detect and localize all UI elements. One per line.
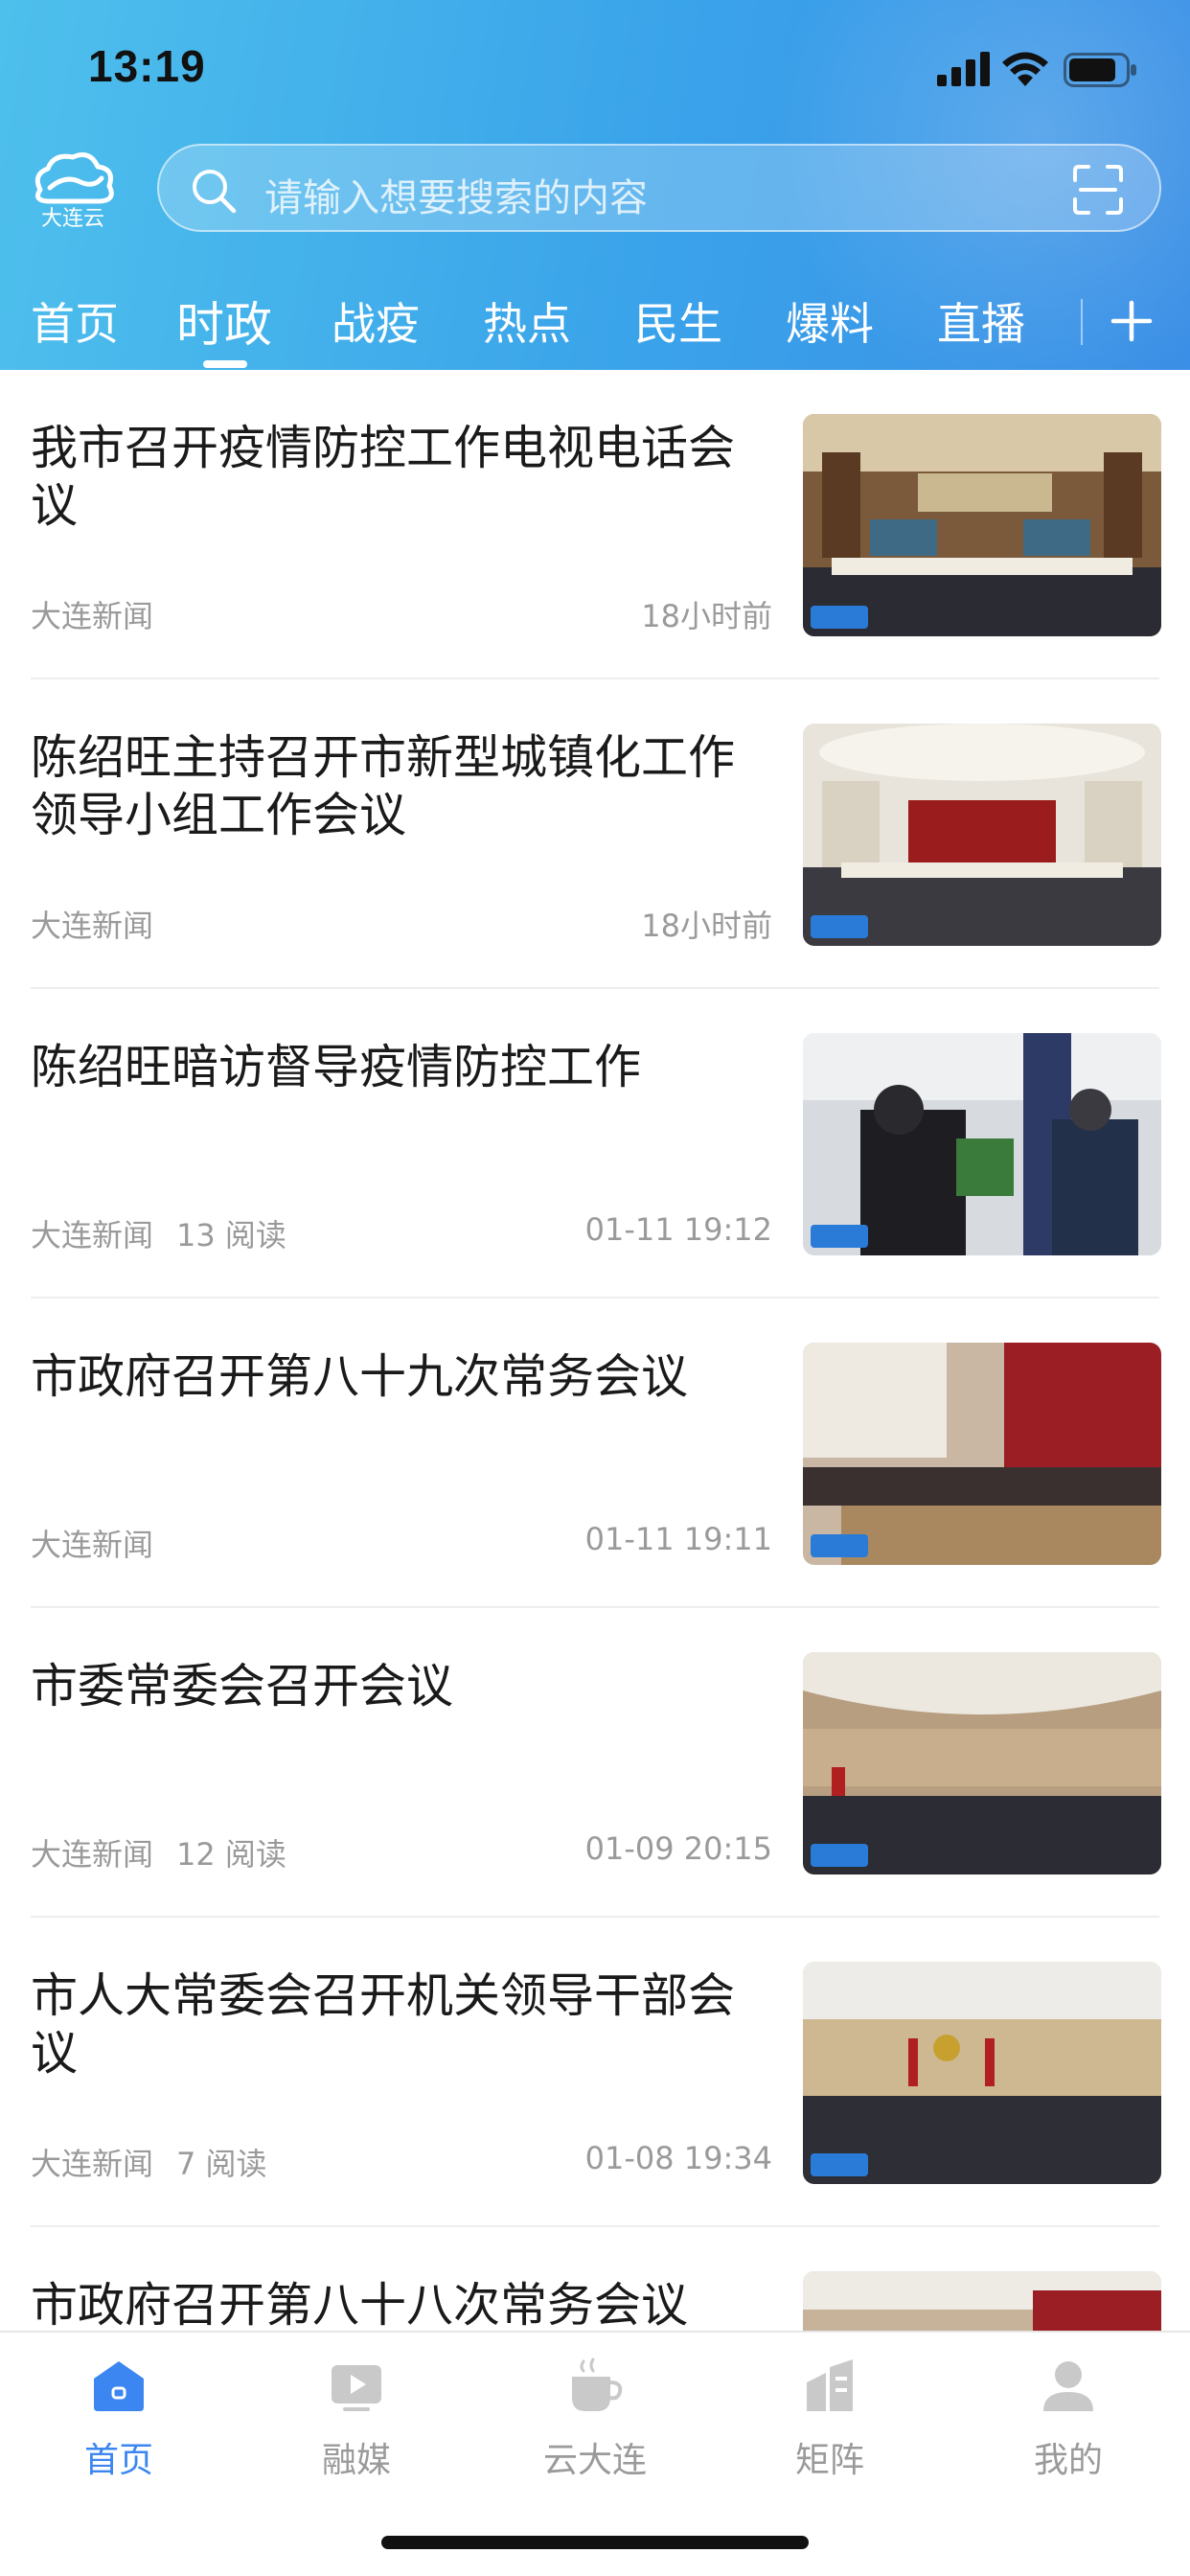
channel-tabs: 首页 时政 战疫 热点 民生 爆料 直播 bbox=[0, 274, 1190, 370]
search-bar[interactable]: 请输入想要搜索的内容 bbox=[157, 144, 1161, 232]
news-reads: 7 阅读 bbox=[176, 2146, 267, 2182]
tabbar-label: 矩阵 bbox=[794, 2441, 864, 2480]
news-thumbnail bbox=[803, 1652, 1161, 1874]
tabbar-matrix[interactable]: 矩阵 bbox=[753, 2358, 906, 2501]
tabbar-label: 首页 bbox=[83, 2441, 153, 2480]
news-thumbnail bbox=[803, 2271, 1161, 2331]
tabs-divider bbox=[1081, 299, 1083, 345]
tab-live[interactable]: 直播 bbox=[937, 289, 1025, 353]
tab-home[interactable]: 首页 bbox=[31, 289, 119, 353]
news-time: 01-11 19:12 bbox=[584, 1211, 772, 1248]
app-header: 13:19 大连云 请输入想要搜索的内容 首页 时政 战疫 热点 民生 爆料 直… bbox=[0, 0, 1190, 370]
tab-hot[interactable]: 热点 bbox=[483, 289, 571, 353]
add-channel-icon[interactable] bbox=[1108, 297, 1156, 345]
cup-icon bbox=[572, 2358, 623, 2411]
tab-livelihood[interactable]: 民生 bbox=[634, 289, 722, 353]
tabbar-label: 融媒 bbox=[321, 2441, 391, 2480]
news-list: 我市召开疫情防控工作电视电话会议 大连新闻 18小时前 陈绍旺主持召开市新型城镇… bbox=[0, 370, 1190, 2331]
buildings-icon bbox=[807, 2359, 853, 2411]
news-thumbnail bbox=[803, 1962, 1161, 2184]
news-thumbnail bbox=[803, 1343, 1161, 1565]
news-source: 大连新闻 bbox=[31, 598, 154, 634]
news-time: 01-11 19:11 bbox=[584, 1521, 772, 1557]
news-item[interactable]: 市政府召开第八十九次常务会议 大连新闻 01-11 19:11 bbox=[0, 1299, 1190, 1608]
person-icon bbox=[1043, 2361, 1093, 2411]
search-placeholder: 请输入想要搜索的内容 bbox=[264, 176, 648, 220]
tabbar-label: 云大连 bbox=[542, 2441, 647, 2480]
news-thumbnail bbox=[803, 1033, 1161, 1255]
news-source: 大连新闻 bbox=[31, 1836, 154, 1873]
news-title: 我市召开疫情防控工作电视电话会议 bbox=[31, 421, 736, 533]
tabbar-label: 我的 bbox=[1033, 2441, 1103, 2480]
news-item[interactable]: 市委常委会召开会议 大连新闻 12 阅读 01-09 20:15 bbox=[0, 1608, 1190, 1918]
news-source: 大连新闻 bbox=[31, 1217, 154, 1254]
wifi-icon bbox=[1002, 52, 1048, 86]
news-source: 大连新闻 bbox=[31, 1527, 154, 1563]
home-icon bbox=[94, 2361, 144, 2411]
news-item[interactable]: 市人大常委会召开机关领导干部会议 大连新闻 7 阅读 01-08 19:34 bbox=[0, 1918, 1190, 2227]
news-title: 市政府召开第八十八次常务会议 bbox=[31, 2278, 689, 2331]
tabbar-mine[interactable]: 我的 bbox=[992, 2358, 1145, 2501]
tab-politics[interactable]: 时政 bbox=[176, 287, 272, 356]
status-bar: 13:19 bbox=[0, 0, 1190, 144]
home-indicator bbox=[381, 2536, 809, 2549]
logo-text: 大连云 bbox=[40, 207, 104, 231]
news-item[interactable]: 我市召开疫情防控工作电视电话会议 大连新闻 18小时前 bbox=[0, 370, 1190, 679]
video-icon bbox=[332, 2365, 381, 2411]
tabbar-media[interactable]: 融媒 bbox=[280, 2358, 433, 2501]
news-time: 01-09 20:15 bbox=[584, 1830, 772, 1867]
news-title: 市人大常委会召开机关领导干部会议 bbox=[31, 1968, 736, 2081]
news-thumbnail bbox=[803, 724, 1161, 946]
battery-icon bbox=[1064, 53, 1136, 87]
news-source: 大连新闻 bbox=[31, 908, 154, 944]
news-source: 大连新闻 bbox=[31, 2146, 154, 2182]
active-tab-indicator bbox=[203, 360, 247, 368]
news-title: 陈绍旺暗访督导疫情防控工作 bbox=[31, 1040, 642, 1094]
news-title: 市政府召开第八十九次常务会议 bbox=[31, 1349, 689, 1404]
tabbar-home[interactable]: 首页 bbox=[42, 2358, 195, 2501]
news-item[interactable]: 市政府召开第八十八次常务会议 bbox=[0, 2227, 1190, 2331]
status-time: 13:19 bbox=[88, 41, 206, 91]
tabbar-cloud-dalian[interactable]: 云大连 bbox=[518, 2358, 672, 2501]
news-reads: 13 阅读 bbox=[176, 1217, 286, 1254]
news-time: 18小时前 bbox=[641, 908, 772, 944]
news-title: 陈绍旺主持召开市新型城镇化工作领导小组工作会议 bbox=[31, 730, 736, 842]
news-time: 18小时前 bbox=[641, 598, 772, 634]
news-item[interactable]: 陈绍旺主持召开市新型城镇化工作领导小组工作会议 大连新闻 18小时前 bbox=[0, 679, 1190, 989]
scan-icon[interactable] bbox=[1071, 163, 1125, 217]
cellular-signal-icon bbox=[937, 52, 990, 86]
news-item[interactable]: 陈绍旺暗访督导疫情防控工作 大连新闻 13 阅读 01-11 19:12 bbox=[0, 989, 1190, 1299]
news-time: 01-08 19:34 bbox=[584, 2140, 772, 2176]
news-title: 市委常委会召开会议 bbox=[31, 1659, 454, 1714]
tab-epidemic[interactable]: 战疫 bbox=[332, 289, 420, 353]
bottom-tab-bar: 首页 融媒 云大连 矩阵 我的 bbox=[0, 2331, 1190, 2576]
news-reads: 12 阅读 bbox=[176, 1836, 286, 1873]
search-icon bbox=[193, 170, 237, 214]
news-thumbnail bbox=[803, 414, 1161, 636]
tab-tips[interactable]: 爆料 bbox=[786, 289, 874, 353]
